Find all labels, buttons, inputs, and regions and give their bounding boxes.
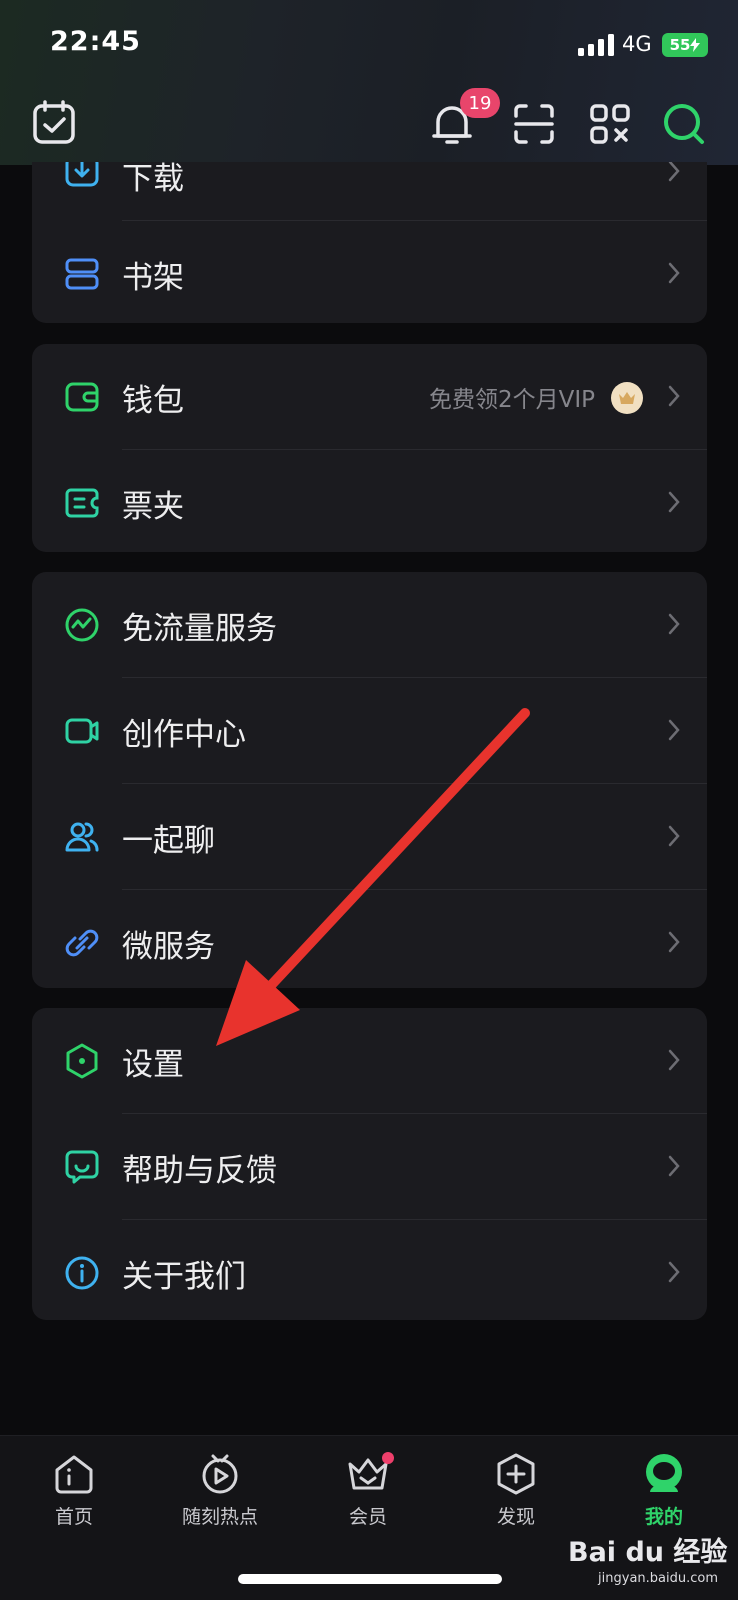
menu-item-label: 关于我们 — [122, 1258, 246, 1295]
chevron-right-icon — [668, 825, 680, 847]
tab-vip[interactable]: 会员 — [308, 1452, 428, 1529]
menu-item-settings[interactable]: 设置 — [32, 1008, 707, 1114]
menu-item-label: 书架 — [122, 259, 184, 296]
chevron-right-icon — [668, 719, 680, 741]
status-time: 22:45 — [50, 26, 141, 57]
info-icon — [65, 1256, 99, 1290]
tab-label: 发现 — [496, 1506, 535, 1528]
menu-item-label: 帮助与反馈 — [122, 1152, 277, 1189]
battery-indicator: 55 — [662, 33, 708, 57]
menu-item-bookshelf[interactable]: 书架 — [32, 221, 707, 327]
tab-hot-now[interactable]: 随刻热点 — [160, 1452, 280, 1529]
search-icon[interactable] — [660, 100, 708, 148]
qr-code-icon[interactable] — [586, 100, 634, 148]
network-type: 4G — [622, 32, 652, 56]
tab-mine[interactable]: 我的 — [604, 1452, 724, 1529]
bookshelf-icon — [65, 258, 99, 290]
menu-item-data-free[interactable]: 免流量服务 — [32, 572, 707, 678]
settings-icon — [66, 1043, 98, 1079]
link-icon — [65, 929, 99, 957]
menu-item-creator-center[interactable]: 创作中心 — [32, 678, 707, 784]
menu-item-label: 票夹 — [122, 488, 184, 525]
tab-label: 首页 — [54, 1506, 93, 1528]
menu-item-wallet[interactable]: 钱包 免费领2个月VIP — [32, 344, 707, 450]
chevron-right-icon — [668, 1155, 680, 1177]
charging-icon — [690, 38, 701, 52]
header-bar: 22:45 4G 55 — [0, 0, 738, 162]
menu-card-services: 免流量服务 创作中心 一起聊 微服务 — [32, 572, 707, 988]
scan-icon[interactable] — [510, 100, 558, 148]
data-free-icon — [65, 608, 99, 642]
menu-item-about-us[interactable]: 关于我们 — [32, 1220, 707, 1326]
tab-label: 随刻热点 — [181, 1506, 258, 1528]
chevron-right-icon — [668, 1049, 680, 1071]
menu-card-wallet: 钱包 免费领2个月VIP 票夹 — [32, 344, 707, 552]
menu-item-label: 一起聊 — [122, 822, 215, 859]
ticket-icon — [65, 488, 99, 518]
tab-label: 会员 — [348, 1506, 387, 1528]
tab-discover[interactable]: 发现 — [456, 1452, 576, 1529]
battery-level: 55 — [669, 36, 691, 54]
vip-promo-text[interactable]: 免费领2个月VIP — [429, 380, 595, 414]
calendar-check-icon[interactable] — [30, 98, 78, 146]
plus-hexagon-icon — [497, 1453, 535, 1495]
play-clock-icon — [202, 1454, 238, 1494]
chevron-right-icon — [668, 931, 680, 953]
menu-item-label: 微服务 — [122, 928, 215, 965]
watermark-url: jingyan.baidu.com — [598, 1571, 718, 1586]
top-toolbar — [0, 92, 738, 164]
profile-icon — [646, 1454, 682, 1492]
chevron-right-icon — [668, 491, 680, 513]
menu-item-label: 设置 — [122, 1046, 184, 1083]
baidu-watermark: Bai du 经验 jingyan.baidu.com — [568, 1530, 728, 1596]
menu-item-label: 创作中心 — [122, 716, 246, 753]
menu-item-help-feedback[interactable]: 帮助与反馈 — [32, 1114, 707, 1220]
chevron-right-icon — [668, 1261, 680, 1283]
notification-badge: 19 — [460, 88, 500, 118]
users-icon — [65, 822, 99, 852]
tab-home[interactable]: 首页 — [14, 1452, 134, 1529]
chevron-right-icon — [668, 262, 680, 284]
home-icon — [55, 1455, 93, 1494]
watermark-brand: Bai du 经验 — [568, 1537, 728, 1568]
chevron-right-icon — [668, 613, 680, 635]
menu-scroll-area[interactable]: 下载 书架 钱包 免费领2个月VIP 票夹 免流量服务 创作中心 一起聊 微服务… — [0, 0, 738, 1435]
status-bar: 22:45 4G 55 — [0, 0, 738, 92]
video-camera-icon — [65, 718, 99, 744]
menu-item-label: 钱包 — [122, 382, 184, 419]
menu-item-micro-services[interactable]: 微服务 — [32, 890, 707, 996]
signal-icon — [578, 34, 614, 56]
menu-item-chat-together[interactable]: 一起聊 — [32, 784, 707, 890]
menu-item-tickets[interactable]: 票夹 — [32, 450, 707, 556]
tab-label: 我的 — [644, 1506, 683, 1528]
vip-coin-icon — [611, 382, 643, 414]
chevron-right-icon — [668, 385, 680, 407]
new-dot — [382, 1452, 394, 1464]
menu-item-label: 免流量服务 — [122, 610, 277, 647]
feedback-icon — [65, 1150, 99, 1184]
home-indicator[interactable] — [238, 1574, 502, 1584]
menu-card-settings: 设置 帮助与反馈 关于我们 — [32, 1008, 707, 1320]
wallet-icon — [65, 382, 99, 412]
